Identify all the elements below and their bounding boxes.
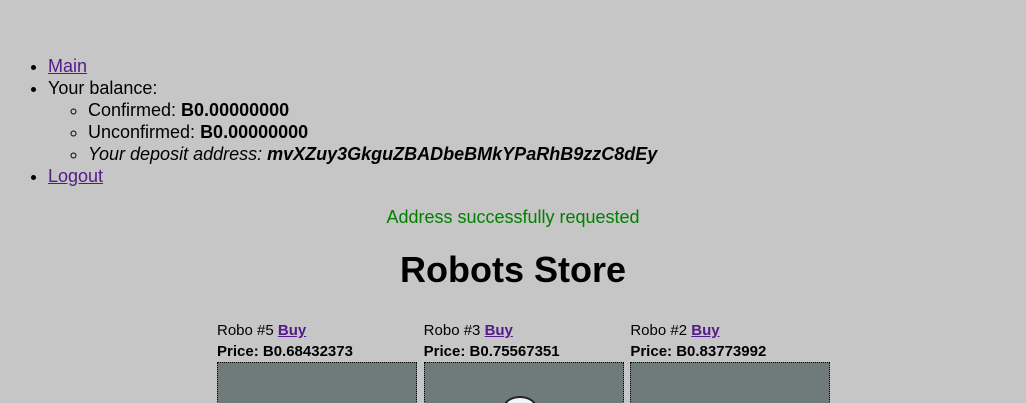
- buy-button[interactable]: Buy: [691, 322, 719, 339]
- buy-button[interactable]: Buy: [278, 322, 306, 339]
- deposit-address-item: Your deposit address: mvXZuy3GkguZBADbeB…: [88, 143, 657, 165]
- nav-item-main: Main: [48, 55, 657, 77]
- flash-message: Address successfully requested: [386, 207, 640, 227]
- buy-button[interactable]: Buy: [485, 322, 513, 339]
- product-name: Robo #5: [217, 322, 274, 339]
- unconfirmed-balance: Unconfirmed: B0.00000000: [88, 121, 657, 143]
- product-card: Robo #2 Buy Price: B0.83773992: [630, 320, 837, 403]
- product-image[interactable]: [630, 362, 831, 403]
- deposit-label: Your deposit address:: [88, 144, 263, 164]
- unconfirmed-label: Unconfirmed:: [88, 122, 196, 142]
- product-image[interactable]: [217, 362, 417, 403]
- confirmed-value: B0.00000000: [181, 100, 290, 120]
- product-name-row: Robo #2 Buy: [630, 320, 837, 342]
- product-price: Price: B0.68432373: [217, 343, 353, 360]
- confirmed-balance: Confirmed: B0.00000000: [88, 99, 657, 121]
- logout-link[interactable]: Logout: [48, 166, 103, 186]
- store-title: Robots Store: [399, 249, 626, 290]
- nav-item-logout: Logout: [48, 165, 657, 187]
- product-name-row: Robo #5 Buy: [217, 320, 424, 342]
- product-name-row: Robo #3 Buy: [424, 320, 631, 342]
- product-price: Price: B0.75567351: [423, 343, 560, 360]
- product-name: Robo #3: [423, 322, 481, 339]
- product-price: Price: B0.83773992: [630, 343, 767, 360]
- product-list: Robo #5 Buy Price: B0.68432373 Robo #3 B…: [217, 320, 837, 403]
- balance-label: Your balance:: [48, 78, 158, 98]
- nav-list: Main Your balance: Confirmed: B0.0000000…: [8, 55, 657, 187]
- robot-head-icon: [502, 396, 537, 403]
- nav-item-balance: Your balance: Confirmed: B0.00000000 Unc…: [48, 77, 657, 165]
- balance-list: Confirmed: B0.00000000 Unconfirmed: B0.0…: [48, 99, 657, 165]
- deposit-address: mvXZuy3GkguZBADbeBMkYPaRhB9zzC8dEy: [267, 144, 658, 164]
- product-name: Robo #2: [630, 322, 688, 339]
- main-link[interactable]: Main: [48, 56, 87, 76]
- confirmed-label: Confirmed:: [88, 100, 177, 120]
- page: Main Your balance: Confirmed: B0.0000000…: [0, 0, 1026, 403]
- product-card: Robo #3 Buy Price: B0.75567351: [423, 320, 631, 403]
- product-card: Robo #5 Buy Price: B0.68432373: [217, 320, 424, 403]
- product-image[interactable]: [423, 362, 624, 403]
- unconfirmed-value: B0.00000000: [200, 122, 309, 142]
